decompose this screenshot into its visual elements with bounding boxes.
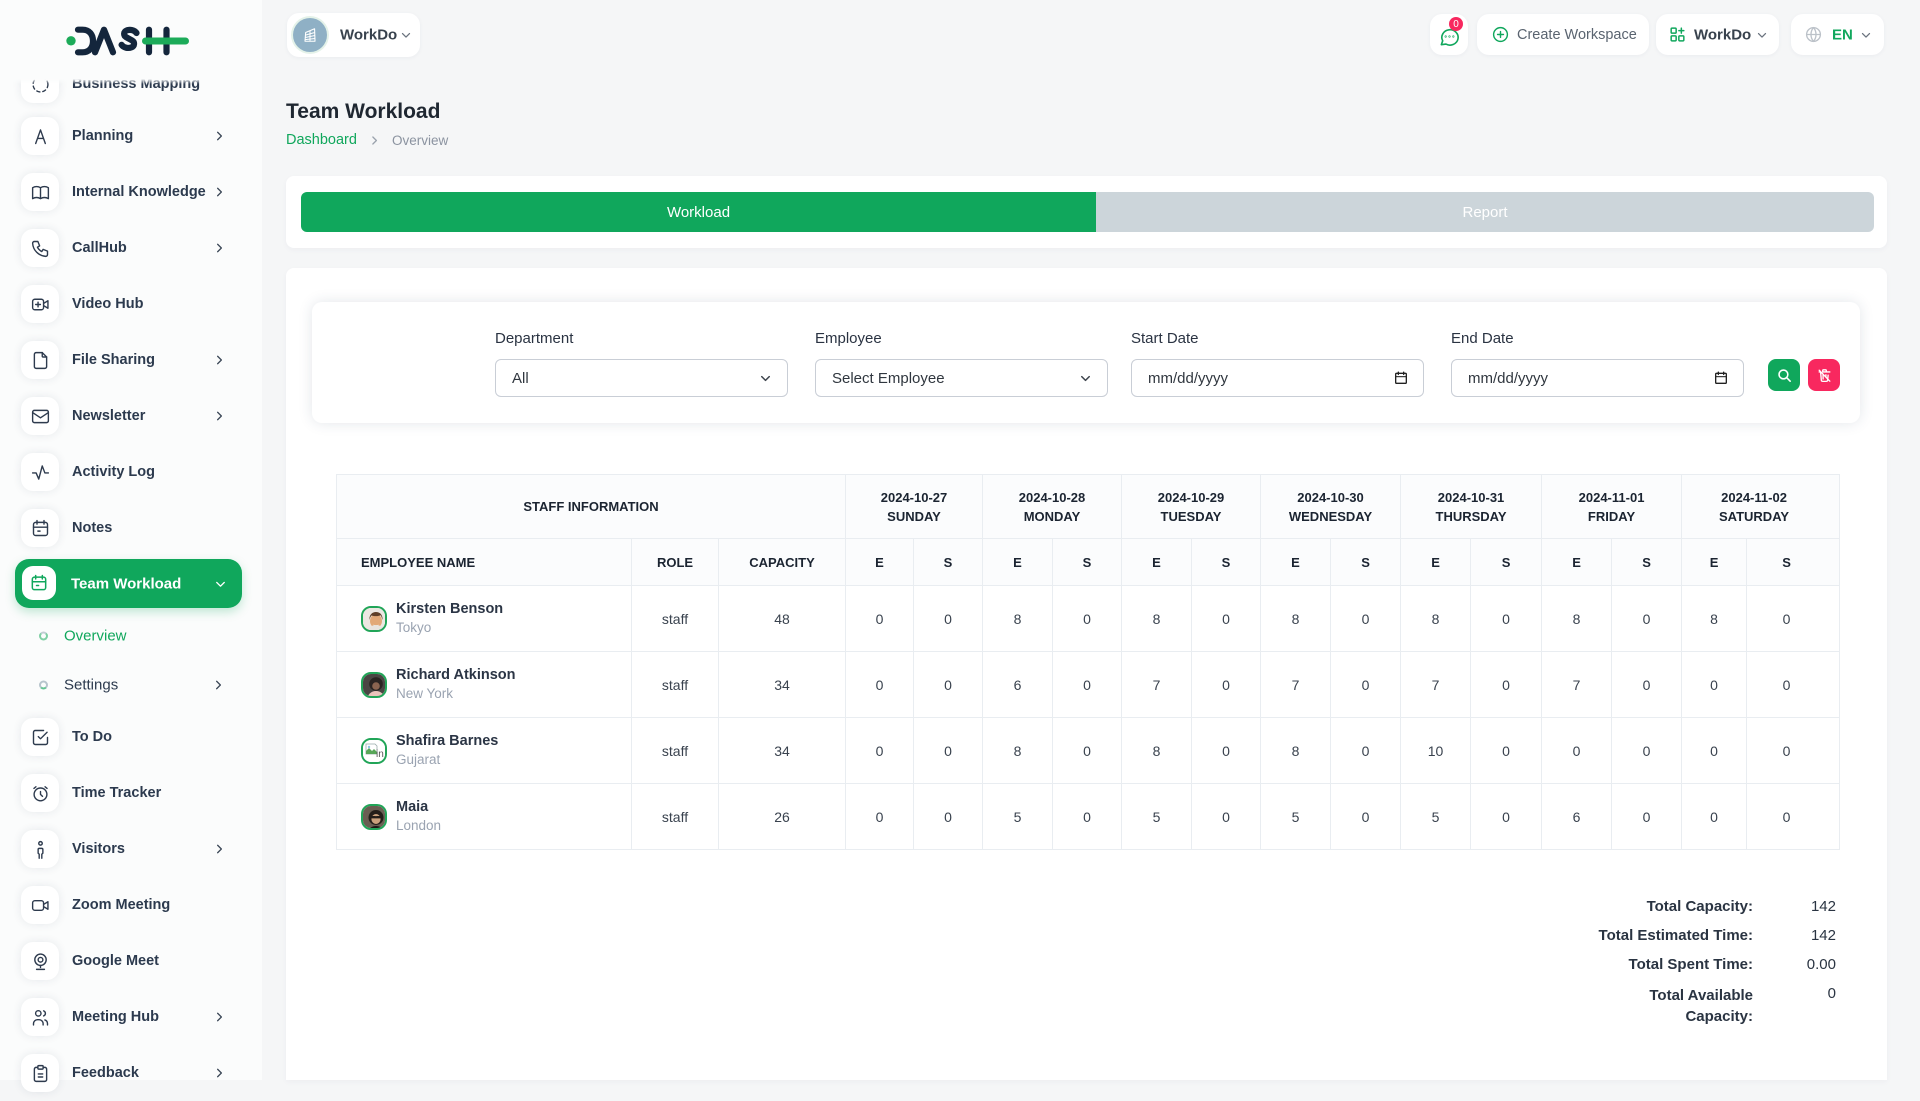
svg-text:in: in: [376, 749, 384, 760]
